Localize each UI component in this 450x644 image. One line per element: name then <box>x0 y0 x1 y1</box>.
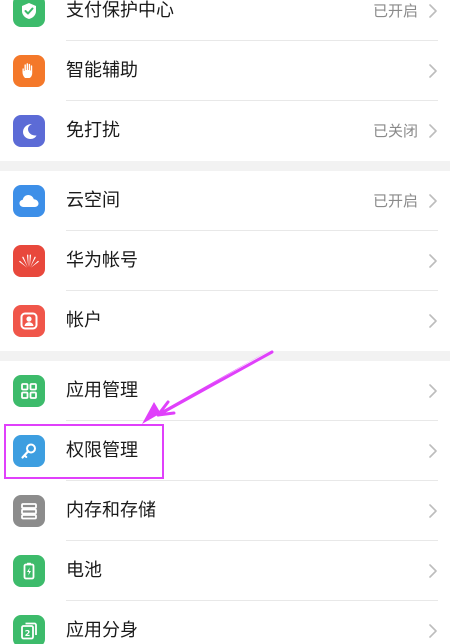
chevron-right-icon <box>429 124 437 138</box>
settings-group-security: 支付保护中心 已开启 智能辅助 免打扰 已关闭 <box>0 0 450 161</box>
chevron-right-icon <box>429 504 437 518</box>
settings-item-label: 免打扰 <box>66 120 120 141</box>
chevron-right-icon <box>429 564 437 578</box>
settings-item-permission-management[interactable]: 权限管理 <box>0 421 450 481</box>
settings-item-status: 已关闭 <box>372 122 418 140</box>
user-icon <box>13 305 45 337</box>
chevron-right-icon <box>429 194 437 208</box>
settings-item-label: 帐户 <box>66 310 102 331</box>
chevron-right-icon <box>429 4 437 18</box>
settings-item-smart-assist[interactable]: 智能辅助 <box>0 41 450 101</box>
settings-item-cloud[interactable]: 云空间 已开启 <box>0 171 450 231</box>
chevron-right-icon <box>429 384 437 398</box>
settings-item-status: 已开启 <box>372 2 418 20</box>
chevron-right-icon <box>429 64 437 78</box>
chevron-right-icon <box>429 314 437 328</box>
settings-item-app-twin[interactable]: 2 应用分身 <box>0 601 450 644</box>
storage-icon <box>13 495 45 527</box>
settings-item-label: 支付保护中心 <box>66 0 174 21</box>
battery-icon <box>13 555 45 587</box>
huawei-logo-icon <box>13 245 45 277</box>
moon-icon <box>13 115 45 147</box>
grid-apps-icon <box>13 375 45 407</box>
cloud-icon <box>13 185 45 217</box>
group-separator <box>0 161 450 171</box>
chevron-right-icon <box>429 254 437 268</box>
chevron-right-icon <box>429 444 437 458</box>
settings-item-payment-protection[interactable]: 支付保护中心 已开启 <box>0 0 450 41</box>
svg-text:2: 2 <box>25 629 31 638</box>
settings-item-do-not-disturb[interactable]: 免打扰 已关闭 <box>0 101 450 161</box>
settings-group-device: 应用管理 权限管理 内存和存储 电池 2 应用分身 <box>0 361 450 644</box>
settings-item-label: 应用分身 <box>66 620 138 641</box>
settings-group-account: 云空间 已开启 华为帐号 帐户 <box>0 171 450 351</box>
app-twin-icon: 2 <box>13 615 45 644</box>
settings-item-label: 应用管理 <box>66 380 138 401</box>
settings-item-app-management[interactable]: 应用管理 <box>0 361 450 421</box>
settings-item-status: 已开启 <box>372 192 418 210</box>
settings-item-label: 智能辅助 <box>66 60 138 81</box>
settings-item-battery[interactable]: 电池 <box>0 541 450 601</box>
settings-item-huawei-account[interactable]: 华为帐号 <box>0 231 450 291</box>
hand-icon <box>13 55 45 87</box>
key-icon <box>13 435 45 467</box>
settings-item-label: 内存和存储 <box>66 500 156 521</box>
group-separator <box>0 351 450 361</box>
settings-item-label: 电池 <box>66 560 102 581</box>
settings-item-label: 权限管理 <box>66 440 138 461</box>
settings-page: 支付保护中心 已开启 智能辅助 免打扰 已关闭 云空间 已开启 华为帐号 帐户 … <box>0 0 450 644</box>
shield-check-icon <box>13 0 45 27</box>
settings-item-label: 云空间 <box>66 190 120 211</box>
chevron-right-icon <box>429 624 437 638</box>
settings-item-label: 华为帐号 <box>66 250 138 271</box>
settings-item-memory-storage[interactable]: 内存和存储 <box>0 481 450 541</box>
settings-item-accounts[interactable]: 帐户 <box>0 291 450 351</box>
